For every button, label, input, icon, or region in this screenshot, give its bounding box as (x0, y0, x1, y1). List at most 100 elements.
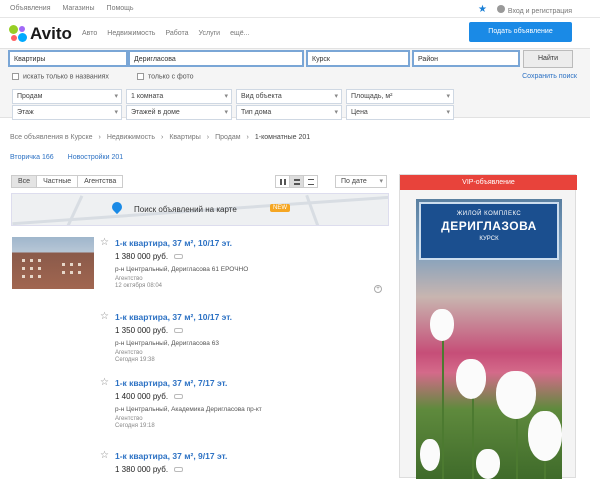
listing-price: 1 350 000 руб. (115, 326, 184, 335)
nav-more[interactable]: ещё... (230, 30, 249, 37)
listing-address: р-н Центральный, Деригласова 61 ЕРОЧНО (115, 266, 249, 273)
tulip-image (420, 439, 440, 471)
nav-realty[interactable]: Недвижимость (107, 30, 155, 37)
tulip-image (476, 449, 500, 479)
only-photo-checkbox[interactable] (137, 73, 144, 80)
login-label: Вход и регистрация (507, 7, 572, 15)
login-link[interactable]: Вход и регистрация (496, 4, 572, 15)
ad-banner-image[interactable]: ЖИЛОЙ КОМПЛЕКС ДЕРИГЛАЗОВА КУРСК (416, 199, 562, 479)
district-select[interactable]: Район (412, 50, 520, 67)
header: Avito Авто Недвижимость Работа Услуги ещ… (0, 18, 600, 48)
listing-title[interactable]: 1-к квартира, 37 м², 9/17 эт. (115, 451, 227, 461)
logo-text: Avito (30, 24, 72, 43)
ad-plate-line2: ДЕРИГЛАЗОВА (441, 219, 537, 233)
vip-ad-header: VIP-объявление (400, 175, 577, 190)
more-icon[interactable] (174, 394, 184, 400)
search-input[interactable]: Деригласова (128, 50, 304, 67)
find-button[interactable]: Найти (523, 50, 573, 68)
filter-rooms[interactable]: 1 комната (126, 89, 232, 104)
filter-price[interactable]: Цена (346, 105, 454, 120)
more-icon[interactable] (174, 467, 184, 473)
map-pin-icon (109, 199, 125, 215)
sort-select[interactable]: По дате (335, 175, 387, 188)
tab-all[interactable]: Все (11, 175, 38, 188)
breadcrumb-item[interactable]: Продам (215, 134, 240, 141)
favorites-star-icon[interactable]: ★ (478, 4, 487, 15)
breadcrumb-item[interactable]: Все объявления в Курске (10, 134, 92, 141)
more-icon[interactable] (174, 328, 184, 334)
tulip-image (430, 309, 454, 341)
breadcrumb-item[interactable]: Недвижимость (107, 134, 155, 141)
save-search-link[interactable]: Сохранить поиск (522, 73, 577, 80)
listing-date: 12 октября 08:04 (115, 283, 163, 289)
tab-agencies[interactable]: Агентства (77, 175, 124, 188)
breadcrumb-item[interactable]: Квартиры (169, 134, 200, 141)
favorite-star-icon[interactable]: ☆ (100, 377, 109, 388)
top-right: ★ Вход и регистрация (478, 4, 572, 15)
price-value: 1 380 000 руб. (115, 252, 169, 261)
nav-jobs[interactable]: Работа (165, 30, 188, 37)
filter-area[interactable]: Площадь, м² (346, 89, 454, 104)
map-banner-text: Поиск объявлений на карте (134, 205, 237, 214)
listing-address: р-н Центральный, Деригласова 63 (115, 340, 219, 347)
only-photo-option[interactable]: только с фото (137, 73, 194, 80)
tulip-image (528, 411, 562, 461)
nav-services[interactable]: Услуги (199, 30, 221, 37)
map-search-banner[interactable]: Поиск объявлений на карте NEW (11, 193, 389, 226)
only-title-checkbox[interactable] (12, 73, 19, 80)
only-title-option[interactable]: искать только в названиях (12, 73, 109, 80)
favorite-star-icon[interactable]: ☆ (100, 450, 109, 461)
filter-floor[interactable]: Этаж (12, 105, 122, 120)
top-links: Объявления Магазины Помощь (10, 5, 134, 12)
compact-view-icon[interactable] (303, 175, 318, 188)
filter-floors-total[interactable]: Этажей в доме (126, 105, 232, 120)
top-link-ads[interactable]: Объявления (10, 5, 51, 12)
tulip-image (456, 359, 486, 399)
listing-agency: Агентство (115, 350, 143, 356)
listing-title[interactable]: 1-к квартира, 37 м², 7/17 эт. (115, 378, 227, 388)
city-select[interactable]: Курск (306, 50, 410, 67)
listing-price: 1 380 000 руб. (115, 465, 184, 474)
listing-price: 1 380 000 руб. (115, 252, 184, 261)
favorite-star-icon[interactable]: ☆ (100, 311, 109, 322)
filter-house-type[interactable]: Тип дома (236, 105, 342, 120)
price-value: 1 350 000 руб. (115, 326, 169, 335)
listing-date: Сегодня 19:38 (115, 357, 155, 363)
list-item: ☆ 1-к квартира, 37 м², 9/17 эт. 1 380 00… (12, 450, 387, 478)
filter-object-type[interactable]: Вид объекта (236, 89, 342, 104)
search-options: искать только в названиях только с фото … (12, 73, 582, 83)
user-icon (496, 4, 505, 13)
avito-logo[interactable]: Avito (9, 24, 72, 44)
listing-address: р-н Центральный, Академика Деригласова п… (115, 406, 262, 413)
ad-plate: ЖИЛОЙ КОМПЛЕКС ДЕРИГЛАЗОВА КУРСК (419, 202, 559, 260)
top-link-shops[interactable]: Магазины (63, 5, 95, 12)
nav-auto[interactable]: Авто (82, 30, 97, 37)
new-badge: NEW (270, 204, 290, 212)
listing-title[interactable]: 1-к квартира, 37 м², 10/17 эт. (115, 312, 232, 322)
filter-deal-type[interactable]: Продам (12, 89, 122, 104)
more-icon[interactable] (174, 254, 184, 260)
seller-tabs: Все Частные Агентства (11, 175, 124, 188)
vip-ad-block[interactable]: VIP-объявление ЖИЛОЙ КОМПЛЕКС ДЕРИГЛАЗОВ… (399, 174, 577, 479)
list-view-icon[interactable] (289, 175, 304, 188)
listing-price: 1 400 000 руб. (115, 392, 184, 401)
top-link-help[interactable]: Помощь (107, 5, 134, 12)
subtab-newbuild[interactable]: Новостройки 201 (68, 154, 123, 161)
breadcrumb-current: 1-комнатные 201 (254, 134, 311, 141)
tab-private[interactable]: Частные (36, 175, 79, 188)
ad-plate-line3: КУРСК (479, 236, 499, 242)
add-icon[interactable]: + (374, 285, 382, 293)
submit-ad-button[interactable]: Подать объявление (469, 22, 572, 42)
listing-title[interactable]: 1-к квартира, 37 м², 10/17 эт. (115, 238, 232, 248)
subtab-secondary[interactable]: Вторичка 166 (10, 154, 54, 161)
favorite-star-icon[interactable]: ☆ (100, 237, 109, 248)
listing-photo[interactable] (12, 237, 94, 289)
category-nav: Авто Недвижимость Работа Услуги ещё... (82, 30, 249, 37)
breadcrumb: Все объявления в Курске › Недвижимость › К… (10, 134, 311, 141)
search-block: Квартиры Деригласова Курск Район Найти и… (0, 48, 590, 120)
category-select[interactable]: Квартиры (8, 50, 128, 67)
list-item: ☆ 1-к квартира, 37 м², 10/17 эт. 1 380 0… (12, 237, 387, 303)
grid-view-icon[interactable] (275, 175, 290, 188)
only-photo-label: только с фото (148, 73, 194, 81)
top-strip: Объявления Магазины Помощь ★ Вход и реги… (0, 0, 600, 18)
